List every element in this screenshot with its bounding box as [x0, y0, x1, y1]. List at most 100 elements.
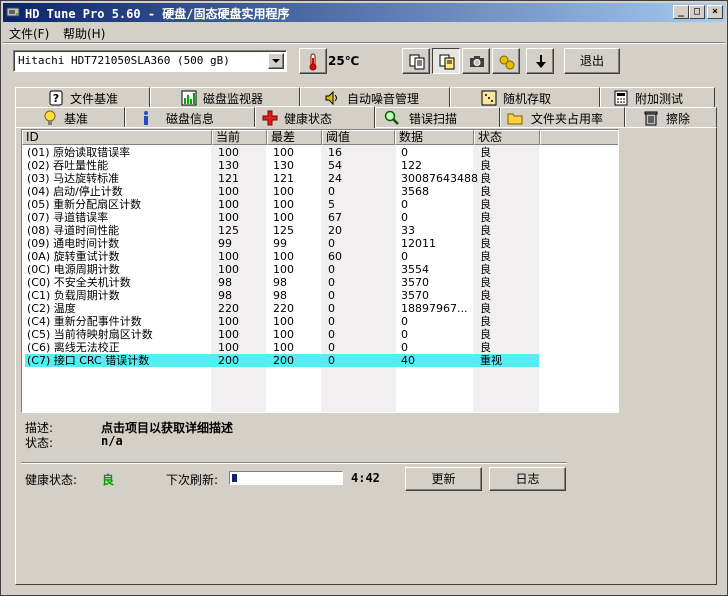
header-id[interactable]: ID	[22, 130, 212, 145]
cell-status: 良	[480, 328, 491, 341]
cell-id: (09) 通电时间计数	[27, 237, 120, 250]
table-row[interactable]: (04) 启动/停止计数 100 100 0 3568 良	[25, 185, 539, 198]
temperature-value: 25℃	[328, 54, 360, 68]
cell-threshold: 0	[328, 263, 335, 276]
cell-status: 良	[480, 159, 491, 172]
copy-text-button[interactable]	[402, 48, 430, 74]
smart-attributes-list[interactable]: ID 当前 最差 阈值 数据 状态 (01) 原始读取错误率 100 100 16 0 良…	[21, 129, 619, 413]
cell-threshold: 0	[328, 354, 335, 367]
table-row[interactable]: (C1) 负载周期计数 98 98 0 3570 良	[25, 289, 539, 302]
header-worst[interactable]: 最差	[267, 130, 322, 145]
cell-worst: 99	[273, 237, 287, 250]
table-row[interactable]: (07) 寻道错误率 100 100 67 0 良	[25, 211, 539, 224]
options-button[interactable]	[492, 48, 520, 74]
table-row[interactable]: (02) 吞吐量性能 130 130 54 122 良	[25, 159, 539, 172]
table-row[interactable]: (C2) 温度 220 220 0 18897967... 良	[25, 302, 539, 315]
screenshot-button[interactable]	[462, 48, 490, 74]
cell-status: 良	[480, 276, 491, 289]
tab-aam[interactable]: 自动噪音管理	[300, 87, 450, 107]
status-label: 状态:	[25, 436, 54, 450]
menu-bar: 文件(F) 帮助(H)	[3, 23, 725, 41]
table-row[interactable]: (C5) 当前待映射扇区计数 100 100 0 0 良	[25, 328, 539, 341]
refresh-progress-fill	[232, 474, 237, 482]
cell-id: (C6) 离线无法校正	[27, 341, 120, 354]
cell-current: 125	[218, 224, 239, 237]
cell-current: 100	[218, 250, 239, 263]
footer-divider	[21, 462, 567, 464]
cell-data: 3570	[401, 289, 429, 302]
cell-id: (08) 寻道时间性能	[27, 224, 120, 237]
update-button[interactable]: 更新	[405, 467, 482, 491]
cell-data: 40	[401, 354, 415, 367]
tab-random-access[interactable]: 随机存取	[450, 87, 600, 107]
cell-id: (C1) 负载周期计数	[27, 289, 120, 302]
cell-status: 重视	[480, 354, 502, 367]
header-threshold[interactable]: 阈值	[322, 130, 395, 145]
cell-worst: 130	[273, 159, 294, 172]
tab-disk-info[interactable]: 磁盘信息	[125, 107, 255, 127]
maximize-button[interactable]: □	[689, 5, 705, 19]
drive-select[interactable]: Hitachi HDT721050SLA360 (500 gB)	[13, 50, 287, 72]
temperature-button[interactable]	[299, 48, 327, 74]
cell-data: 12011	[401, 237, 436, 250]
header-current[interactable]: 当前	[212, 130, 267, 145]
thermometer-icon	[309, 53, 317, 71]
menu-file[interactable]: 文件(F)	[9, 25, 49, 42]
table-row[interactable]: (C0) 不安全关机计数 98 98 0 3570 良	[25, 276, 539, 289]
menu-help[interactable]: 帮助(H)	[63, 25, 105, 42]
table-row[interactable]: (08) 寻道时间性能 125 125 20 33 良	[25, 224, 539, 237]
tabs-bottom-row: 基准 磁盘信息 健康状态 错误扫描 文件夹占用率 擦除	[15, 106, 717, 128]
table-row[interactable]: (01) 原始读取错误率 100 100 16 0 良	[25, 146, 539, 159]
tab-erase[interactable]: 擦除	[625, 107, 717, 127]
cell-worst: 200	[273, 354, 294, 367]
title-bar: HD Tune Pro 5.60 - 硬盘/固态硬盘实用程序 _ □ ×	[3, 3, 725, 22]
cell-current: 99	[218, 237, 232, 250]
tab-error-scan[interactable]: 错误扫描	[375, 107, 500, 127]
main-window: HD Tune Pro 5.60 - 硬盘/固态硬盘实用程序 _ □ × 文件(…	[0, 0, 728, 596]
cell-status: 良	[480, 302, 491, 315]
speaker-icon	[325, 90, 337, 106]
cell-current: 98	[218, 276, 232, 289]
table-row[interactable]: (09) 通电时间计数 99 99 0 12011 良	[25, 237, 539, 250]
cell-current: 98	[218, 289, 232, 302]
cell-worst: 100	[273, 185, 294, 198]
close-button[interactable]: ×	[707, 5, 723, 19]
cell-worst: 121	[273, 172, 294, 185]
minimize-button[interactable]: _	[673, 5, 689, 19]
tab-health[interactable]: 健康状态	[255, 106, 375, 128]
arrow-down-icon	[536, 55, 546, 68]
refresh-progress-bar	[229, 471, 343, 485]
tabs-top-row: ? 文件基准 磁盘监视器 自动噪音管理 随机存取 附加测试	[15, 87, 715, 107]
table-row[interactable]: (03) 马达旋转标准 121 121 24 30087643488 良	[25, 172, 539, 185]
table-row[interactable]: (05) 重新分配扇区计数 100 100 5 0 良	[25, 198, 539, 211]
table-row[interactable]: (C6) 离线无法校正 100 100 0 0 良	[25, 341, 539, 354]
cell-threshold: 60	[328, 250, 342, 263]
tab-file-benchmark[interactable]: ? 文件基准	[15, 87, 150, 107]
header-status[interactable]: 状态	[474, 130, 540, 145]
table-row[interactable]: (C7) 接口 CRC 错误计数 200 200 0 40 重视	[25, 354, 539, 367]
tab-disk-monitor[interactable]: 磁盘监视器	[150, 87, 300, 107]
cell-id: (0A) 旋转重试计数	[27, 250, 120, 263]
copy-screen-button[interactable]	[432, 48, 460, 74]
info-icon	[144, 111, 148, 125]
tab-extra-tests[interactable]: 附加测试	[600, 87, 715, 107]
tab-folder-usage[interactable]: 文件夹占用率	[500, 107, 625, 127]
exit-button[interactable]: 退出	[564, 48, 620, 74]
cell-threshold: 0	[328, 315, 335, 328]
folder-icon	[507, 113, 523, 125]
log-button[interactable]: 日志	[489, 467, 566, 491]
cell-worst: 125	[273, 224, 294, 237]
header-data[interactable]: 数据	[395, 130, 474, 145]
chevron-down-icon[interactable]	[268, 53, 284, 69]
table-row[interactable]: (C4) 重新分配事件计数 100 100 0 0 良	[25, 315, 539, 328]
table-row[interactable]: (0A) 旋转重试计数 100 100 60 0 良	[25, 250, 539, 263]
save-button[interactable]	[526, 48, 554, 74]
app-icon	[6, 7, 20, 17]
table-row[interactable]: (0C) 电源周期计数 100 100 0 3554 良	[25, 263, 539, 276]
cell-data: 0	[401, 341, 408, 354]
cell-worst: 100	[273, 341, 294, 354]
cell-current: 100	[218, 185, 239, 198]
cell-threshold: 0	[328, 302, 335, 315]
cell-current: 100	[218, 211, 239, 224]
tab-benchmark[interactable]: 基准	[15, 107, 125, 127]
